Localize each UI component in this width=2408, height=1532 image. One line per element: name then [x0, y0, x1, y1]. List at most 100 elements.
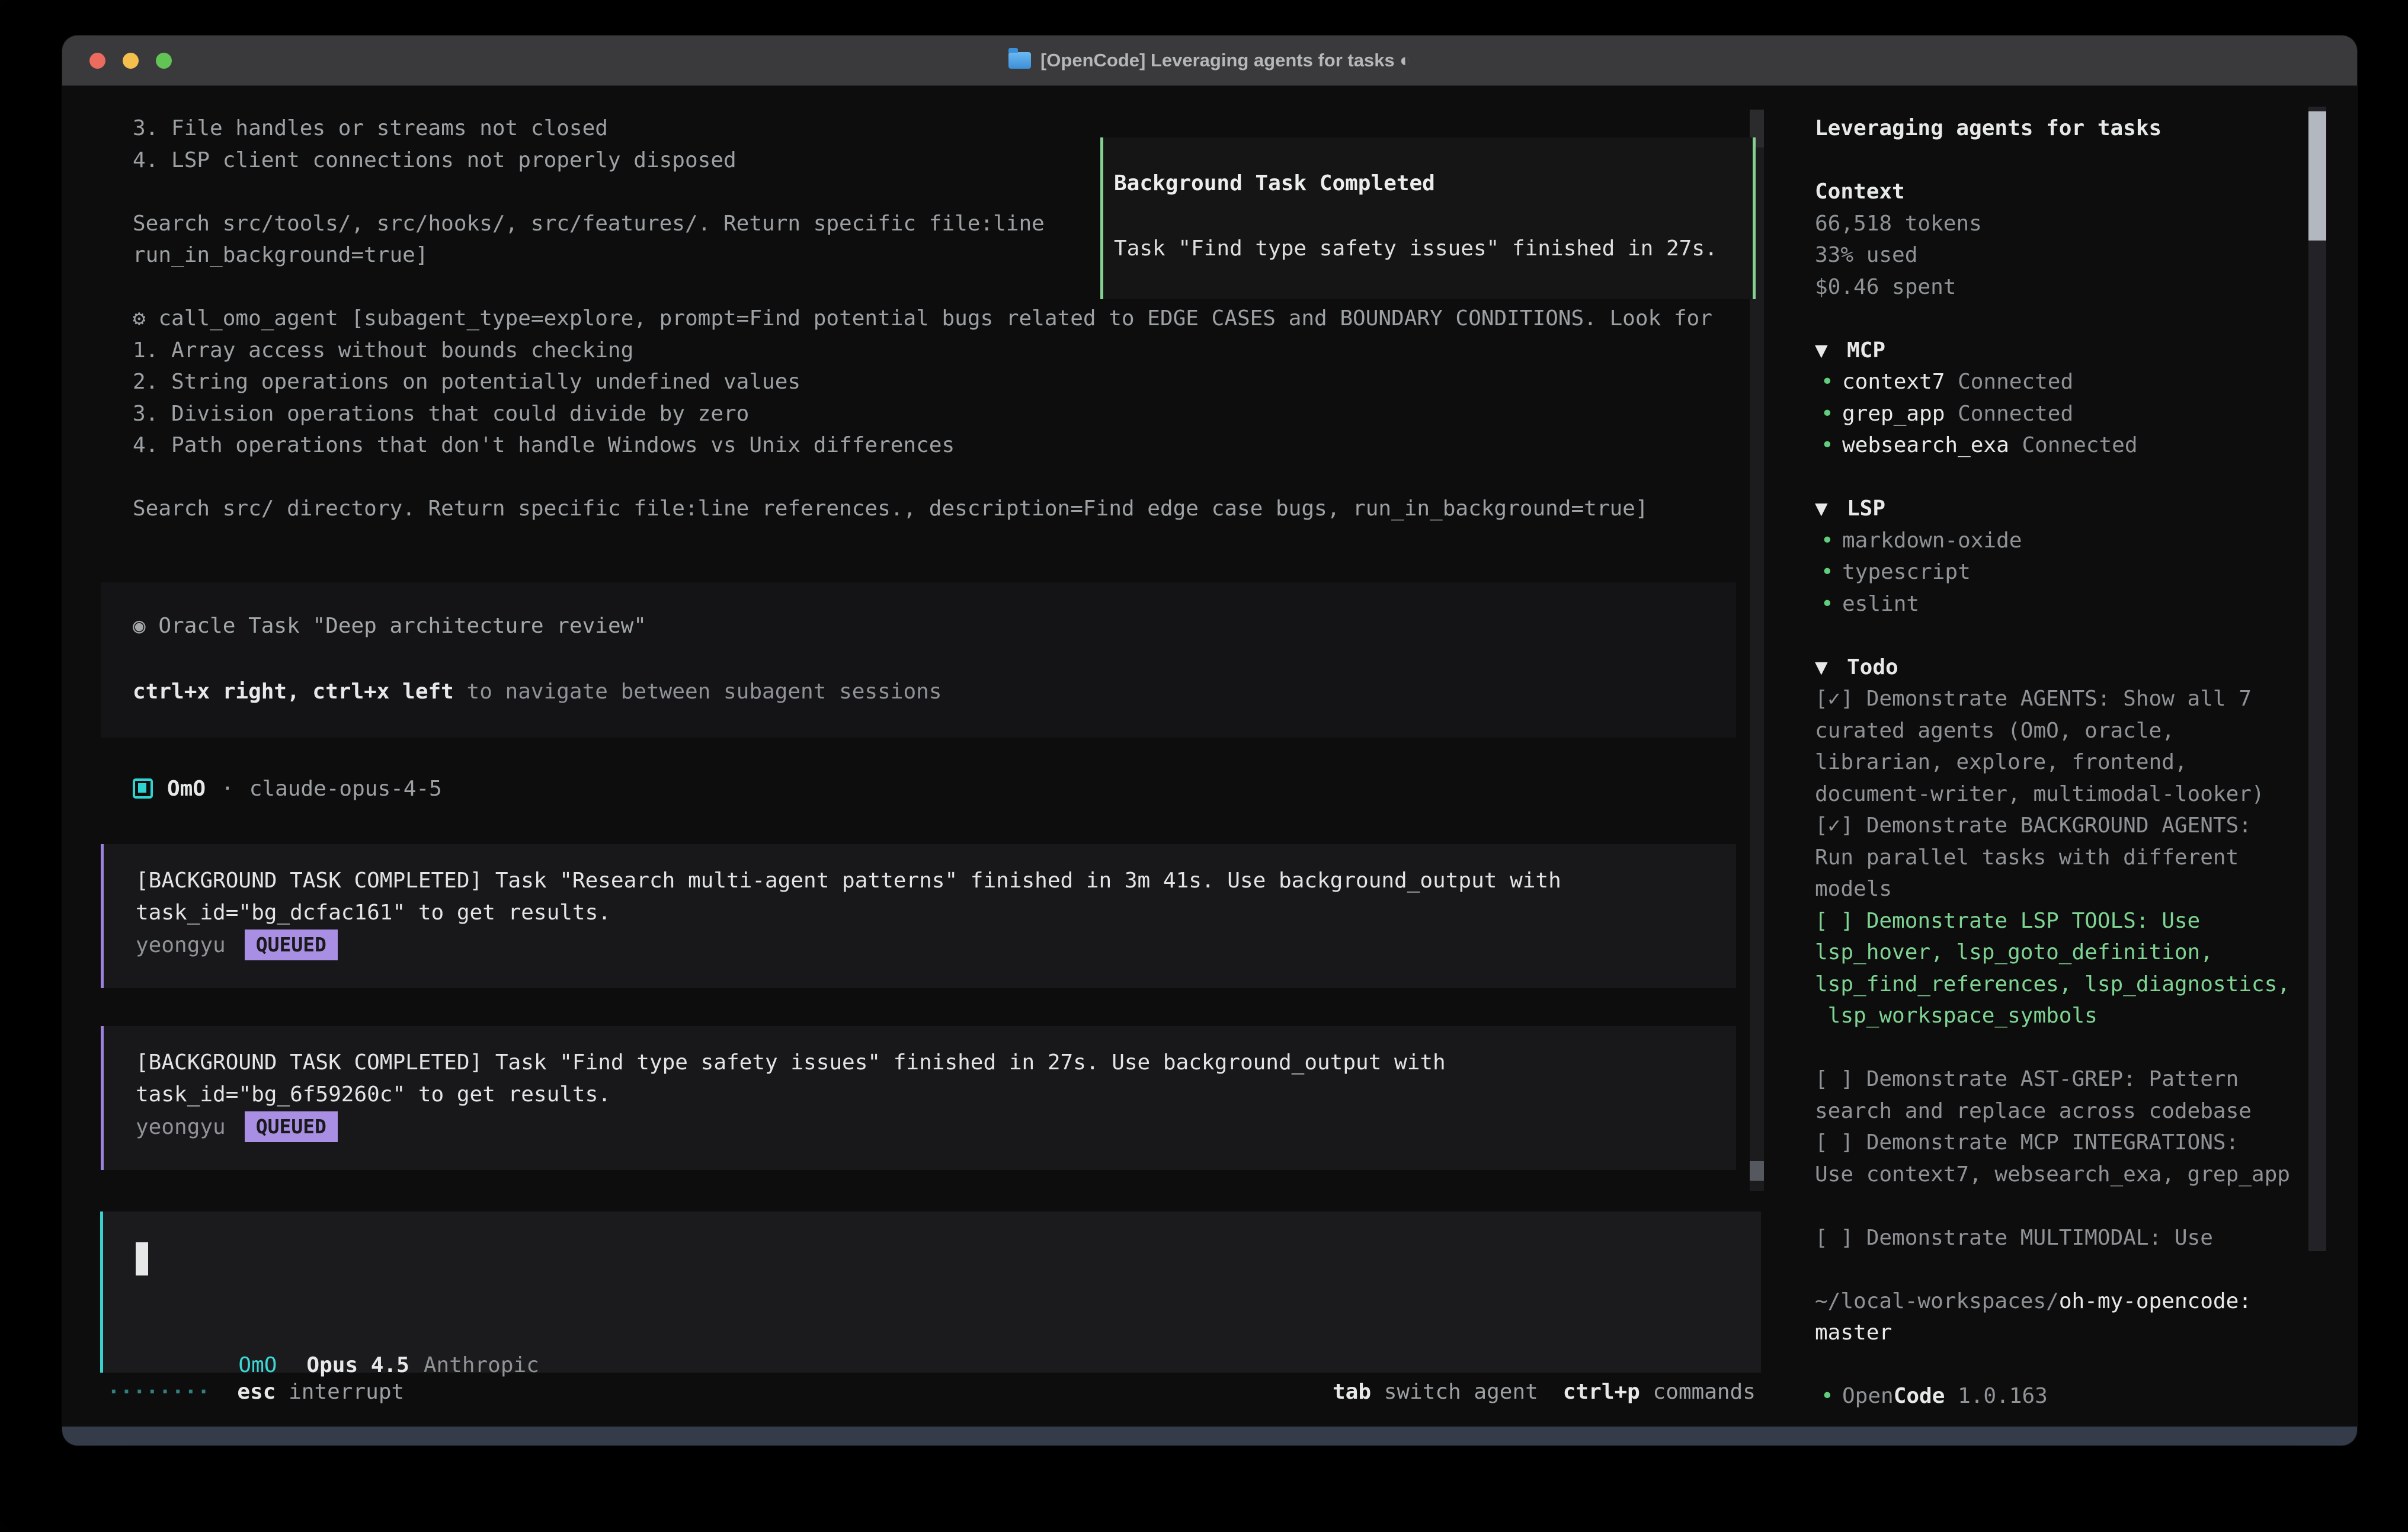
- message-author: yeongyu: [136, 1115, 226, 1139]
- mcp-item-status: Connected: [1945, 370, 2073, 394]
- subagent-nav-hint: ctrl+x right, ctrl+x left to navigate be…: [133, 676, 1736, 708]
- mcp-item-name: grep_app: [1842, 402, 1945, 426]
- todo-line: models: [1815, 873, 2313, 905]
- gear-icon: ⚙: [133, 306, 146, 331]
- context-spent: $0.46 spent: [1815, 271, 2313, 303]
- minimize-button[interactable]: [123, 53, 139, 69]
- lsp-item-name: eslint: [1842, 592, 1919, 616]
- message-line: [BACKGROUND TASK COMPLETED] Task "Resear…: [136, 865, 1561, 897]
- mcp-section-header[interactable]: ▼MCP: [1815, 335, 2313, 367]
- input-meta: OmOOpus 4.5Anthropic: [136, 1318, 539, 1350]
- version-row: •OpenCode 1.0.163: [1815, 1380, 2313, 1412]
- mcp-item: •context7 Connected: [1815, 366, 2313, 398]
- todo-line: [ ] Demonstrate MCP INTEGRATIONS:: [1815, 1127, 2313, 1159]
- terminal-line: 3. File handles or streams not closed: [133, 113, 608, 145]
- mcp-item: •websearch_exa Connected: [1815, 430, 2313, 461]
- lsp-item: •markdown-oxide: [1815, 525, 2313, 557]
- terminal-line: run_in_background=true]: [133, 239, 428, 271]
- todo-line: librarian, explore, frontend,: [1815, 746, 2313, 778]
- hint-text: to navigate between subagent sessions: [454, 680, 942, 704]
- todo-line-active: [ ] Demonstrate LSP TOOLS: Use: [1815, 905, 2313, 937]
- todo-line: Use context7, websearch_exa, grep_app: [1815, 1159, 2313, 1191]
- background-task-message: [BACKGROUND TASK COMPLETED] Task "Find t…: [101, 1026, 1736, 1170]
- terminal-line: Search src/tools/, src/hooks/, src/featu…: [133, 208, 1045, 240]
- main-scrollbar-thumb[interactable]: [1750, 1161, 1764, 1181]
- bullet-icon: •: [1821, 430, 1842, 461]
- mcp-item-name: context7: [1842, 370, 1945, 394]
- todo-line: curated agents (OmO, oracle,: [1815, 715, 2313, 747]
- todo-line-active: lsp_hover, lsp_goto_definition,: [1815, 937, 2313, 969]
- hint-keys: ctrl+x right, ctrl+x left: [133, 680, 454, 704]
- session-title: Leveraging agents for tasks: [1815, 113, 2313, 145]
- message-line: task_id="bg_dcfac161" to get results.: [136, 897, 611, 929]
- mcp-item-name: websearch_exa: [1842, 433, 2009, 457]
- window-title: [OpenCode] Leveraging agents for tasks ◐: [1040, 50, 1411, 71]
- agent-name: OmO: [167, 777, 206, 801]
- close-button[interactable]: [89, 53, 105, 69]
- todo-line: [ ] Demonstrate MULTIMODAL: Use: [1815, 1222, 2313, 1254]
- tool-call-line: ⚙ call_omo_agent [subagent_type=explore,…: [133, 303, 1712, 335]
- bullet-icon: •: [1821, 525, 1842, 557]
- tab-action-label: switch agent: [1371, 1380, 1538, 1404]
- background-task-toast: Background Task Completed Task "Find typ…: [1100, 137, 1756, 299]
- terminal-line: 4. LSP client connections not properly d…: [133, 145, 737, 177]
- status-bar-left: ········ esc interrupt: [107, 1376, 404, 1408]
- esc-key-hint: esc: [237, 1380, 276, 1404]
- lsp-section-header[interactable]: ▼LSP: [1815, 493, 2313, 525]
- terminal-line: 4. Path operations that don't handle Win…: [133, 430, 955, 461]
- todo-line: [✓] Demonstrate BACKGROUND AGENTS:: [1815, 810, 2313, 842]
- message-line: task_id="bg_6f59260c" to get results.: [136, 1079, 611, 1111]
- traffic-lights: [89, 53, 172, 69]
- terminal-line: 1. Array access without bounds checking: [133, 335, 633, 367]
- todo-line: [✓] Demonstrate AGENTS: Show all 7: [1815, 683, 2313, 715]
- terminal-line: 2. String operations on potentially unde…: [133, 366, 800, 398]
- toast-title: Background Task Completed: [1114, 168, 1753, 200]
- spinner-dots-icon: ········: [107, 1380, 210, 1404]
- todo-section-header[interactable]: ▼Todo: [1815, 652, 2313, 684]
- toast-body: Task "Find type safety issues" finished …: [1114, 233, 1753, 265]
- window-bottom-bar: [62, 1427, 2357, 1446]
- screenshot-stage: [OpenCode] Leveraging agents for tasks ◐…: [0, 0, 2408, 1532]
- commands-key-hint: ctrl+p: [1563, 1380, 1640, 1404]
- status-badge: QUEUED: [245, 1111, 338, 1142]
- text-cursor: [136, 1242, 148, 1275]
- sidebar: Leveraging agents for tasks Context 66,5…: [1815, 113, 2313, 1412]
- title-bar[interactable]: [OpenCode] Leveraging agents for tasks ◐: [62, 36, 2357, 86]
- chevron-down-icon: ▼: [1815, 335, 1847, 367]
- todo-line-active: lsp_find_references, lsp_diagnostics,: [1815, 969, 2313, 1001]
- context-used: 33% used: [1815, 239, 2313, 271]
- agent-checkbox-icon: [133, 778, 153, 799]
- bullet-icon: •: [1821, 1380, 1842, 1412]
- oracle-task-panel: ◉ Oracle Task "Deep architecture review"…: [101, 582, 1736, 738]
- message-line: [BACKGROUND TASK COMPLETED] Task "Find t…: [136, 1047, 1446, 1079]
- background-task-message: [BACKGROUND TASK COMPLETED] Task "Resear…: [101, 844, 1736, 988]
- bullet-icon: •: [1821, 398, 1842, 430]
- mcp-item-status: Connected: [1945, 402, 2073, 426]
- todo-line: [ ] Demonstrate AST-GREP: Pattern: [1815, 1063, 2313, 1095]
- agent-model: claude-opus-4-5: [249, 777, 442, 801]
- terminal-window: [OpenCode] Leveraging agents for tasks ◐…: [62, 36, 2357, 1446]
- context-tokens: 66,518 tokens: [1815, 208, 2313, 240]
- todo-line-active: lsp_workspace_symbols: [1815, 1000, 2313, 1032]
- esc-action-label: interrupt: [276, 1380, 404, 1404]
- bullet-icon: •: [1821, 556, 1842, 588]
- message-author: yeongyu: [136, 933, 226, 957]
- input-model: Opus 4.5: [306, 1353, 409, 1377]
- input-provider: Anthropic: [424, 1353, 539, 1377]
- folder-icon: [1008, 52, 1031, 69]
- lsp-item-name: typescript: [1842, 560, 1971, 584]
- chevron-down-icon: ▼: [1815, 652, 1847, 684]
- tab-key-hint: tab: [1333, 1380, 1371, 1404]
- todo-line: document-writer, multimodal-looker): [1815, 778, 2313, 810]
- bullet-icon: •: [1821, 588, 1842, 620]
- tool-call-text: call_omo_agent [subagent_type=explore, p…: [146, 306, 1712, 331]
- zoom-button[interactable]: [156, 53, 172, 69]
- todo-line: search and replace across codebase: [1815, 1095, 2313, 1127]
- chevron-down-icon: ▼: [1815, 493, 1847, 525]
- oracle-task-title: ◉ Oracle Task "Deep architecture review": [133, 610, 1736, 642]
- lsp-item: •typescript: [1815, 556, 2313, 588]
- agent-header: OmO · claude-opus-4-5: [133, 773, 442, 805]
- context-header: Context: [1815, 176, 2313, 208]
- bullet-icon: •: [1821, 366, 1842, 398]
- prompt-input[interactable]: OmOOpus 4.5Anthropic: [100, 1212, 1761, 1373]
